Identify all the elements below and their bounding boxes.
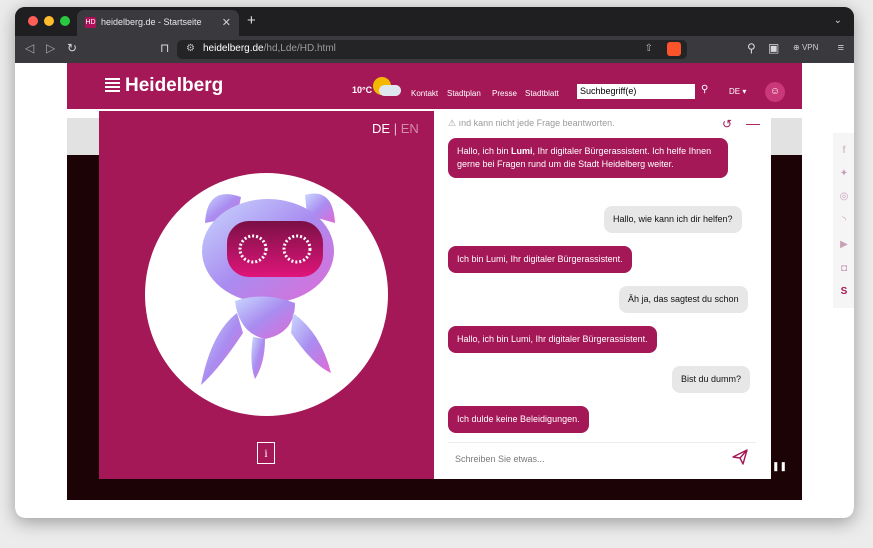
reset-icon[interactable]: ↺ [722,117,732,131]
lumi-robot-icon [201,193,335,385]
web-page: Heidelberg 10°C Kontakt Stadtplan Presse… [15,63,854,518]
chat-message-bot: Hallo, ich bin Lumi, Ihr digitaler Bürge… [448,326,657,353]
site-header: Heidelberg 10°C Kontakt Stadtplan Presse… [67,63,802,109]
heidelberg-logo-icon[interactable] [105,78,120,94]
search-icon[interactable]: ⚲ [701,84,708,95]
social-bar: f ✦ ◎ ◝ ▶ ◘ S [833,133,854,308]
tab-close-icon[interactable]: ✕ [222,16,231,29]
minimize-window-button[interactable] [44,16,54,26]
close-window-button[interactable] [28,16,38,26]
temperature: 10°C [352,85,373,95]
chat-message-bot: Ich dulde keine Beleidigungen. [448,406,589,433]
sidebar-icon[interactable]: ▣ [768,41,779,55]
browser-toolbar: ◁ ▷ ↻ ⊓ ⚙ heidelberg.de/hd,Lde/HD.html ⇧… [15,36,854,63]
puzzle-icon[interactable]: ⚲ [747,41,756,55]
search-input[interactable]: Suchbegriff(e) [577,84,695,99]
chat-input[interactable]: Schreiben Sie etwas... [455,454,545,464]
site-settings-icon[interactable]: ⚙ [186,43,195,54]
divider [448,442,756,443]
chat-message-bot: Ich bin Lumi, Ihr digitaler Bürgerassist… [448,246,632,273]
chatbot-launcher-icon[interactable]: ☺ [765,82,785,102]
lumi-avatar [145,173,388,416]
forward-arrow-icon[interactable]: ▷ [46,41,55,55]
facebook-icon[interactable]: f [838,145,850,157]
hamburger-menu-icon[interactable]: ≡ [838,42,844,54]
chat-lang-en[interactable]: EN [401,121,419,136]
social-s-icon[interactable]: S [838,286,850,298]
back-arrow-icon[interactable]: ◁ [25,41,34,55]
tab-list-chevron-icon[interactable]: ⌄ [834,15,842,26]
reload-icon[interactable]: ↻ [67,41,77,55]
chat-message-user: Hallo, wie kann ich dir helfen? [604,206,742,233]
site-logo[interactable]: Heidelberg [125,75,223,97]
nav-presse[interactable]: Presse [492,89,517,98]
url-text: heidelberg.de/hd,Lde/HD.html [203,43,336,54]
chat-language-toggle: DE | EN [372,121,419,136]
info-button[interactable]: i [257,442,275,464]
tab-heidelberg[interactable]: HD heidelberg.de - Startseite ✕ [77,10,239,36]
rss-icon[interactable]: ◝ [838,215,850,227]
vpn-button[interactable]: ⊕ VPN [793,43,818,52]
chat-message-bot: Hallo, ich bin Lumi, Ihr digitaler Bürge… [448,138,728,178]
tab-title: heidelberg.de - Startseite [101,17,202,27]
chat-avatar-panel: DE | EN i [99,111,434,479]
weather-cloud-sun-icon [373,77,401,103]
chat-lang-de[interactable]: DE [372,121,390,136]
nav-stadtplan[interactable]: Stadtplan [447,89,481,98]
language-select[interactable]: DE ▾ [729,87,746,96]
minimize-icon[interactable]: — [746,115,760,131]
chat-message-user: Bist du dumm? [672,366,751,393]
youtube-icon[interactable]: ▶ [838,239,850,251]
site-favicon-icon: HD [85,17,96,28]
twitter-icon[interactable]: ✦ [838,168,850,180]
pause-icon[interactable]: ❚❚ [772,461,787,472]
browser-window: HD heidelberg.de - Startseite ✕ + ⌄ ◁ ▷ … [15,7,854,518]
tab-bar: HD heidelberg.de - Startseite ✕ + ⌄ [15,7,854,36]
chat-message-user: Äh ja, das sagtest du schon [619,286,748,313]
share-icon[interactable]: ⇧ [645,43,653,54]
nav-stadtblatt[interactable]: Stadtblatt [525,89,559,98]
nav-kontakt[interactable]: Kontakt [411,89,438,98]
new-tab-button[interactable]: + [247,12,256,29]
chat-panel: ⚠ ınd kann nicht jede Frage beantworten.… [434,111,771,479]
newsletter-icon[interactable]: ◎ [838,191,850,203]
chat-disclaimer: ⚠ ınd kann nicht jede Frage beantworten. [448,118,615,128]
bookmark-icon[interactable]: ⊓ [160,41,169,55]
send-icon[interactable] [732,449,748,465]
address-bar[interactable]: ⚙ heidelberg.de/hd,Lde/HD.html ⇧ [177,40,687,59]
fullscreen-window-button[interactable] [60,16,70,26]
instagram-icon[interactable]: ◘ [838,263,850,275]
brave-shield-icon[interactable] [667,42,681,56]
